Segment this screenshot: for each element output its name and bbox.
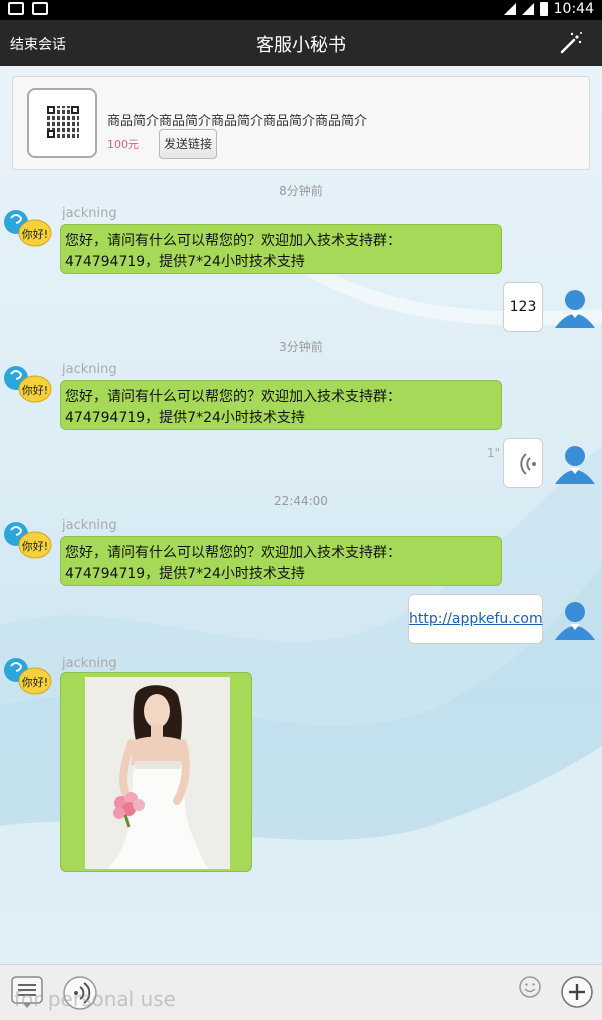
product-card[interactable]: 商品简介商品简介商品简介商品简介商品简介 100元 发送链接 — [12, 76, 590, 170]
agent-message: 您好，请问有什么可以帮您的？欢迎加入技术支持群： 474794719，提供7*2… — [60, 224, 502, 274]
message-line: 您好，请问有什么可以帮您的？欢迎加入技术支持群： — [65, 233, 401, 249]
sender-name: jackning — [62, 362, 117, 377]
product-name: 商品简介商品简介商品简介商品简介商品简介 — [107, 114, 368, 129]
agent-badge: 你好! — [22, 383, 48, 397]
timestamp: 8分钟前 — [279, 184, 323, 198]
agent-badge: 你好! — [22, 675, 48, 689]
user-message: 123 — [503, 282, 543, 332]
message-line: 您好，请问有什么可以帮您的？欢迎加入技术支持群： — [65, 389, 401, 405]
agent-badge: 你好! — [22, 227, 48, 241]
product-price: 100元 — [107, 138, 139, 151]
agent-avatar-icon[interactable]: 你好! — [2, 208, 52, 252]
sender-name: jackning — [62, 656, 117, 671]
message-line: 474794719，提供7*24小时技术支持 — [65, 254, 305, 270]
agent-badge: 你好! — [22, 539, 48, 553]
agent-avatar-icon[interactable]: 你好! — [2, 656, 52, 700]
message-line: 474794719，提供7*24小时技术支持 — [65, 410, 305, 426]
message-line: 474794719，提供7*24小时技术支持 — [65, 566, 305, 582]
sender-name: jackning — [62, 206, 117, 221]
image-message[interactable] — [60, 672, 252, 872]
voice-duration: 1" — [487, 446, 501, 460]
product-thumbnail — [27, 88, 97, 158]
agent-avatar-icon[interactable]: 你好! — [2, 520, 52, 564]
timestamp: 22:44:00 — [274, 494, 328, 508]
user-avatar-icon[interactable] — [552, 442, 598, 486]
voice-message[interactable] — [503, 438, 543, 488]
emoji-icon[interactable] — [518, 975, 542, 999]
agent-message: 您好，请问有什么可以帮您的？欢迎加入技术支持群： 474794719，提供7*2… — [60, 380, 502, 430]
magic-wand-icon[interactable] — [558, 30, 584, 56]
plus-icon[interactable] — [560, 975, 594, 1009]
status-bar: 10:44 — [0, 0, 602, 20]
bottom-input-bar: for personal use — [0, 964, 602, 1020]
title-bar: 结束会话 客服小秘书 — [0, 20, 602, 66]
user-avatar-icon[interactable] — [552, 598, 598, 642]
timestamp: 3分钟前 — [279, 340, 323, 354]
sender-name: jackning — [62, 518, 117, 533]
bride-photo — [85, 677, 230, 869]
wifi-icon — [503, 3, 516, 15]
voice-wave-icon — [520, 453, 536, 475]
battery-icon — [539, 2, 548, 16]
clipboard-icon — [32, 2, 48, 15]
user-avatar-icon[interactable] — [552, 286, 598, 330]
chat-area[interactable]: 商品简介商品简介商品简介商品简介商品简介 100元 发送链接 8分钟前 jack… — [0, 66, 602, 964]
page-title: 客服小秘书 — [256, 35, 346, 56]
send-link-button[interactable]: 发送链接 — [159, 129, 217, 159]
agent-avatar-icon[interactable]: 你好! — [2, 364, 52, 408]
link-message[interactable]: http://appkefu.com — [409, 611, 543, 627]
status-time: 10:44 — [553, 1, 594, 17]
agent-message: 您好，请问有什么可以帮您的？欢迎加入技术支持群： 474794719，提供7*2… — [60, 536, 502, 586]
watermark-text: for personal use — [14, 987, 176, 1011]
message-line: 您好，请问有什么可以帮您的？欢迎加入技术支持群： — [65, 545, 401, 561]
gmail-icon — [8, 2, 24, 15]
signal-icon — [521, 3, 534, 15]
